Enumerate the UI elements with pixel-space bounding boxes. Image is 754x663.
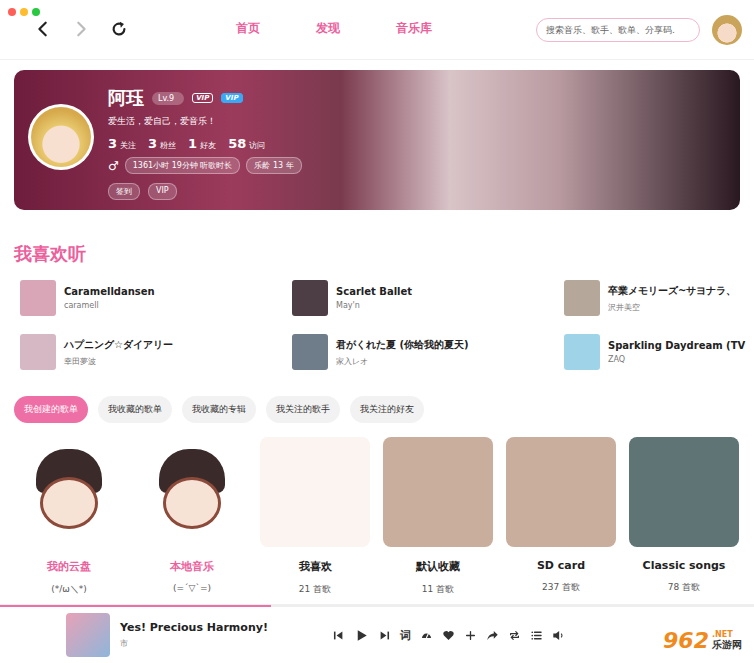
gender-icon: ♂ (108, 159, 119, 173)
nav-link[interactable]: 发现 (316, 20, 340, 37)
playlist-cover (629, 437, 739, 547)
main-nav: 首页 发现 音乐库 (236, 0, 432, 37)
library-tabs: 我创建的歌单我收藏的歌单我收藏的专辑我关注的歌手我关注的好友 (14, 396, 740, 423)
share-icon[interactable] (486, 629, 499, 642)
app-window: 首页 发现 音乐库 阿珏 Lv.9 VIP VIP 爱生活，爱自己，爱音乐！ 3关注 3… (0, 0, 754, 663)
track-artist[interactable]: 市 (120, 638, 332, 649)
profile-avatar[interactable] (28, 104, 94, 170)
profile-stat[interactable]: 3粉丝 (148, 133, 176, 152)
library-tab[interactable]: 我关注的好友 (350, 396, 424, 423)
previous-icon[interactable] (332, 629, 345, 642)
profile-stat[interactable]: 1好友 (188, 133, 216, 152)
top-bar: 首页 发现 音乐库 (0, 0, 754, 60)
listen-time: 1361小时 19分钟 听歌时长 (125, 157, 241, 174)
playlist-cover (506, 437, 616, 547)
repeat-icon[interactable] (508, 629, 521, 642)
song-cover (20, 334, 56, 370)
library-tab[interactable]: 我收藏的专辑 (182, 396, 256, 423)
playlist-card[interactable]: SD card 237 首歌 (506, 437, 616, 596)
song-item[interactable]: 君がくれた夏 (你给我的夏天) 家入レオ (292, 334, 564, 370)
user-bio: 爱生活，爱自己，爱音乐！ (108, 115, 302, 128)
user-avatar[interactable] (712, 15, 742, 45)
vip-badge: VIP (192, 93, 213, 103)
watermark: 962 .NET 乐游网 (659, 626, 746, 655)
playlist-card[interactable]: 默认收藏 11 首歌 (383, 437, 493, 596)
song-item[interactable]: Caramelldansen caramell (20, 280, 292, 316)
liked-songs: Caramelldansen caramell Scarlet Ballet M… (14, 280, 740, 370)
song-cover (20, 280, 56, 316)
profile-stat[interactable]: 3关注 (108, 133, 136, 152)
nav-link[interactable]: 音乐库 (396, 20, 432, 37)
close-light[interactable] (8, 8, 16, 16)
profile-button[interactable]: VIP (148, 183, 177, 200)
playlist-card[interactable]: Classic songs 78 首歌 (629, 437, 739, 596)
song-item[interactable]: Scarlet Ballet May'n (292, 280, 564, 316)
playlist-cover (137, 437, 247, 547)
playlist-cover (260, 437, 370, 547)
playlist-card[interactable]: 我的云盘 (*/ω＼*) (14, 437, 124, 596)
song-item[interactable]: Sparkling Daydream (TV ZAQ (564, 334, 740, 370)
library-tab[interactable]: 我关注的歌手 (266, 396, 340, 423)
level-badge: Lv.9 (152, 92, 184, 105)
library-page: 阿珏 Lv.9 VIP VIP 爱生活，爱自己，爱音乐！ 3关注 3粉丝 1好友 58访… (0, 60, 754, 604)
song-cover (564, 280, 600, 316)
profile-stat[interactable]: 58访问 (228, 133, 265, 152)
profile-banner: 阿珏 Lv.9 VIP VIP 爱生活，爱自己，爱音乐！ 3关注 3粉丝 1好友 58访… (14, 70, 740, 210)
back-arrow-icon[interactable] (34, 20, 52, 38)
user-name: 阿珏 (108, 86, 144, 110)
playlist-cover (383, 437, 493, 547)
music-age: 乐龄 13 年 (246, 157, 301, 174)
playlist-card[interactable]: 本地音乐 (=´▽`=) (137, 437, 247, 596)
song-item[interactable]: 卒業メモリーズ~サヨナラ、 沢井美空 (564, 280, 740, 316)
queue-list-icon[interactable] (530, 629, 543, 642)
search-field[interactable] (536, 18, 700, 42)
zoom-light[interactable] (32, 8, 40, 16)
playlist-grid: 我的云盘 (*/ω＼*) 本地音乐 (=´▽`=) 我喜欢 21 首歌 默认收藏… (14, 437, 740, 596)
section-title: 我喜欢听 (14, 242, 740, 266)
playlist-cover (14, 437, 124, 547)
profile-button[interactable]: 签到 (108, 183, 140, 200)
minimize-light[interactable] (20, 8, 28, 16)
play-icon[interactable] (354, 628, 369, 643)
nav-link[interactable]: 首页 (236, 20, 260, 37)
add-icon[interactable] (464, 629, 477, 642)
volume-icon[interactable] (552, 629, 565, 642)
vip-badge: VIP (221, 93, 242, 103)
library-tab[interactable]: 我收藏的歌单 (98, 396, 172, 423)
refresh-icon[interactable] (110, 20, 128, 38)
lyrics-button[interactable]: 词 (400, 628, 411, 643)
player-bar: Yes! Precious Harmony! 市 词 (0, 604, 754, 663)
playlist-card[interactable]: 我喜欢 21 首歌 (260, 437, 370, 596)
song-cover (564, 334, 600, 370)
track-title[interactable]: Yes! Precious Harmony! (120, 621, 332, 634)
forward-arrow-icon[interactable] (72, 20, 90, 38)
song-cover (292, 280, 328, 316)
speed-gauge-icon[interactable] (420, 629, 433, 642)
next-icon[interactable] (378, 629, 391, 642)
now-playing-cover[interactable] (66, 613, 110, 657)
progress-bar[interactable] (0, 605, 754, 607)
song-item[interactable]: ハプニング☆ダイアリー 幸田夢波 (20, 334, 292, 370)
heart-icon[interactable] (442, 629, 455, 642)
song-cover (292, 334, 328, 370)
library-tab[interactable]: 我创建的歌单 (14, 396, 88, 423)
